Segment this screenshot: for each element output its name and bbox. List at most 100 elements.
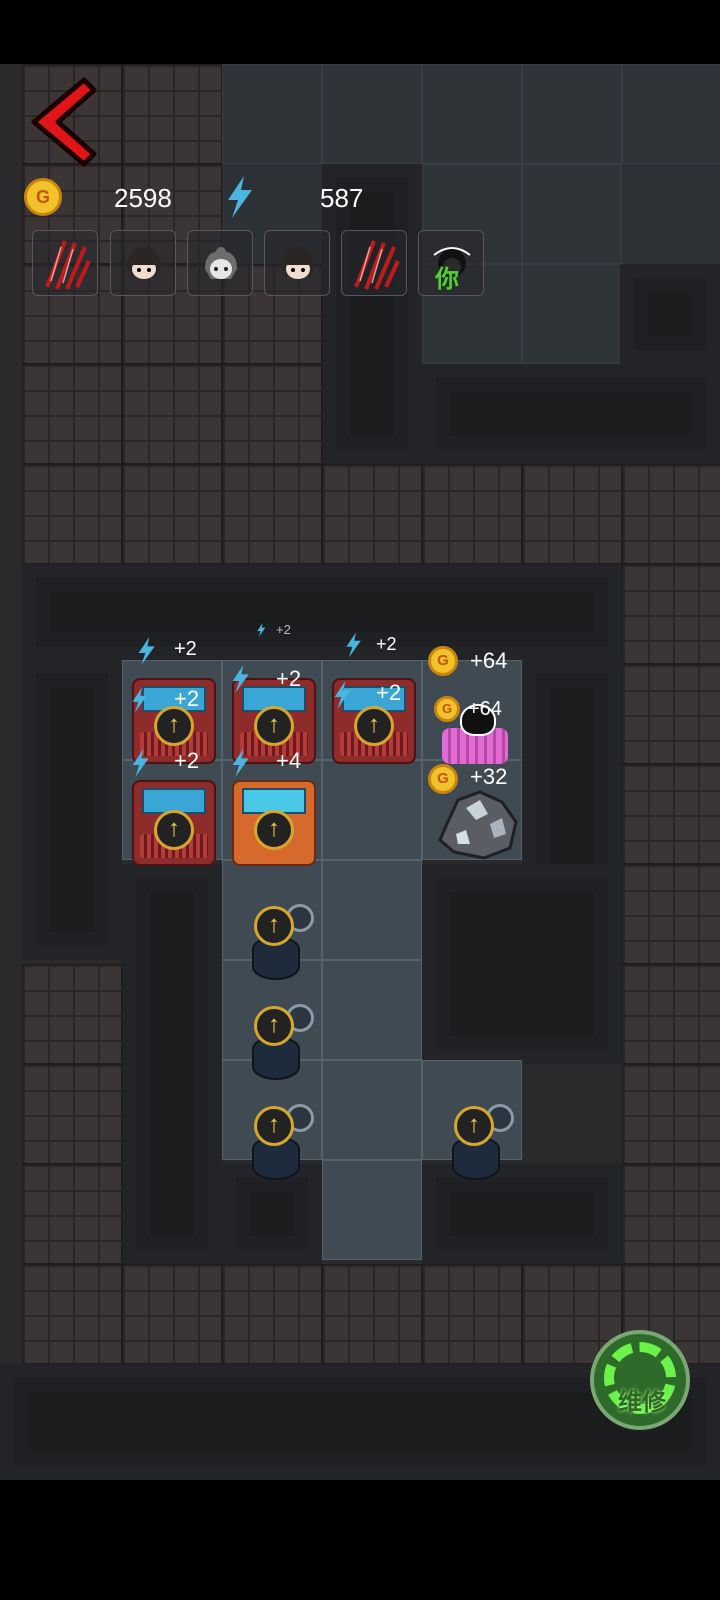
floor-tile bbox=[322, 860, 422, 960]
energy-gain-label: +2 bbox=[174, 748, 200, 773]
brick-tile bbox=[22, 464, 122, 564]
brick-tile bbox=[622, 564, 720, 664]
pit bbox=[122, 864, 222, 1264]
brick-tile bbox=[222, 464, 322, 564]
energy-count: 587 bbox=[320, 183, 364, 213]
claw-scratch-icon bbox=[45, 240, 91, 290]
energy-icon bbox=[232, 749, 249, 777]
character-slot-3[interactable] bbox=[187, 230, 253, 296]
girl-face-icon bbox=[282, 247, 314, 279]
character-slot-2[interactable] bbox=[110, 230, 176, 296]
dark-tile bbox=[422, 64, 522, 164]
energy-icon bbox=[132, 749, 149, 777]
dark-tile bbox=[522, 164, 622, 264]
pit bbox=[22, 660, 122, 960]
energy-gain-label: +2 bbox=[174, 686, 200, 711]
coin-icon: G bbox=[428, 764, 458, 794]
character-slot-1[interactable] bbox=[32, 230, 98, 296]
turret[interactable]: ↑ bbox=[232, 1000, 314, 1080]
chevron-left-icon bbox=[31, 77, 97, 167]
floor-tile bbox=[322, 1160, 422, 1260]
energy-icon bbox=[257, 623, 266, 637]
coin-gain-label: +64 bbox=[470, 648, 508, 673]
player-tag: 你 bbox=[435, 266, 459, 293]
dark-tile bbox=[622, 64, 720, 164]
brick-tile bbox=[622, 1164, 720, 1264]
pit bbox=[22, 564, 622, 660]
upgrade-arrow-icon[interactable]: ↑ bbox=[154, 810, 194, 850]
coin-icon: G bbox=[24, 178, 62, 216]
coin-icon: G bbox=[434, 696, 460, 722]
repair-label: 维修 bbox=[618, 1389, 666, 1416]
brick-tile bbox=[322, 1264, 422, 1364]
dark-tile bbox=[522, 264, 622, 364]
brick-tile bbox=[522, 464, 622, 564]
brick-tile bbox=[322, 464, 422, 564]
energy-gain-label: +2 bbox=[376, 634, 397, 654]
brick-tile bbox=[122, 64, 222, 164]
upgrade-arrow-icon[interactable]: ↑ bbox=[154, 706, 194, 746]
grey-girl-face-icon bbox=[205, 247, 237, 279]
floor-tile bbox=[322, 760, 422, 860]
top-letterbox bbox=[0, 0, 720, 64]
brick-tile bbox=[122, 364, 222, 464]
upgrade-arrow-icon[interactable]: ↑ bbox=[254, 1106, 294, 1146]
turret[interactable]: ↑ bbox=[232, 900, 314, 980]
upgrade-arrow-icon[interactable]: ↑ bbox=[354, 706, 394, 746]
turret[interactable]: ↑ bbox=[232, 1100, 314, 1180]
upgrade-arrow-icon[interactable]: ↑ bbox=[254, 906, 294, 946]
energy-gain-label: +2 bbox=[276, 666, 302, 691]
character-slot-player[interactable]: 你 bbox=[418, 230, 484, 296]
pit bbox=[422, 364, 720, 464]
brick-tile bbox=[622, 964, 720, 1064]
turret[interactable]: ↑ bbox=[432, 1100, 514, 1180]
repair-button[interactable]: 维修 bbox=[590, 1330, 690, 1430]
upgrade-arrow-icon[interactable]: ↑ bbox=[454, 1106, 494, 1146]
brick-tile bbox=[22, 1164, 122, 1264]
pit bbox=[422, 864, 622, 1064]
brick-tile bbox=[622, 664, 720, 764]
energy-icon bbox=[132, 687, 147, 713]
coin-gain-label: +64 bbox=[468, 698, 502, 720]
brick-tile bbox=[22, 1064, 122, 1164]
dark-tile bbox=[522, 64, 622, 164]
floor-tile bbox=[322, 1060, 422, 1160]
character-slot-4[interactable] bbox=[264, 230, 330, 296]
upgrade-arrow-icon[interactable]: ↑ bbox=[254, 1006, 294, 1046]
arcade-machine[interactable]: ↑ bbox=[132, 774, 216, 866]
pit bbox=[620, 264, 720, 364]
brick-tile bbox=[222, 1264, 322, 1364]
brick-tile bbox=[122, 464, 222, 564]
dark-tile bbox=[222, 64, 322, 164]
floor-tile bbox=[322, 960, 422, 1060]
energy-icon bbox=[334, 681, 351, 709]
energy-gain-label: +4 bbox=[276, 748, 302, 773]
brick-tile bbox=[122, 1264, 222, 1364]
brick-tile bbox=[422, 1264, 522, 1364]
brick-tile bbox=[622, 764, 720, 864]
brick-tile bbox=[22, 964, 122, 1064]
claw-scratch-icon bbox=[354, 240, 400, 290]
upgrade-arrow-icon[interactable]: ↑ bbox=[254, 810, 294, 850]
energy-gain-label: +2 bbox=[376, 680, 402, 705]
back-button[interactable] bbox=[28, 76, 98, 168]
brick-tile bbox=[622, 464, 720, 564]
energy-gain-label: +2 bbox=[174, 638, 197, 660]
character-slot-5[interactable] bbox=[341, 230, 407, 296]
upgrade-arrow-icon[interactable]: ↑ bbox=[254, 706, 294, 746]
bottom-letterbox bbox=[0, 1480, 720, 1600]
coin-gain-label: +32 bbox=[470, 764, 508, 789]
arcade-machine-orange[interactable]: ↑ bbox=[232, 774, 316, 866]
energy-icon bbox=[232, 665, 249, 693]
brick-tile bbox=[22, 364, 122, 464]
girl-face-icon bbox=[128, 247, 160, 279]
ore-rock[interactable] bbox=[436, 786, 520, 862]
brick-tile bbox=[222, 364, 322, 464]
energy-gain-label: +2 bbox=[276, 622, 291, 637]
energy-icon bbox=[228, 176, 252, 218]
coin-icon: G bbox=[428, 646, 458, 676]
brick-tile bbox=[22, 1264, 122, 1364]
energy-icon bbox=[346, 632, 361, 658]
brick-tile bbox=[422, 464, 522, 564]
brick-tile bbox=[622, 1064, 720, 1164]
